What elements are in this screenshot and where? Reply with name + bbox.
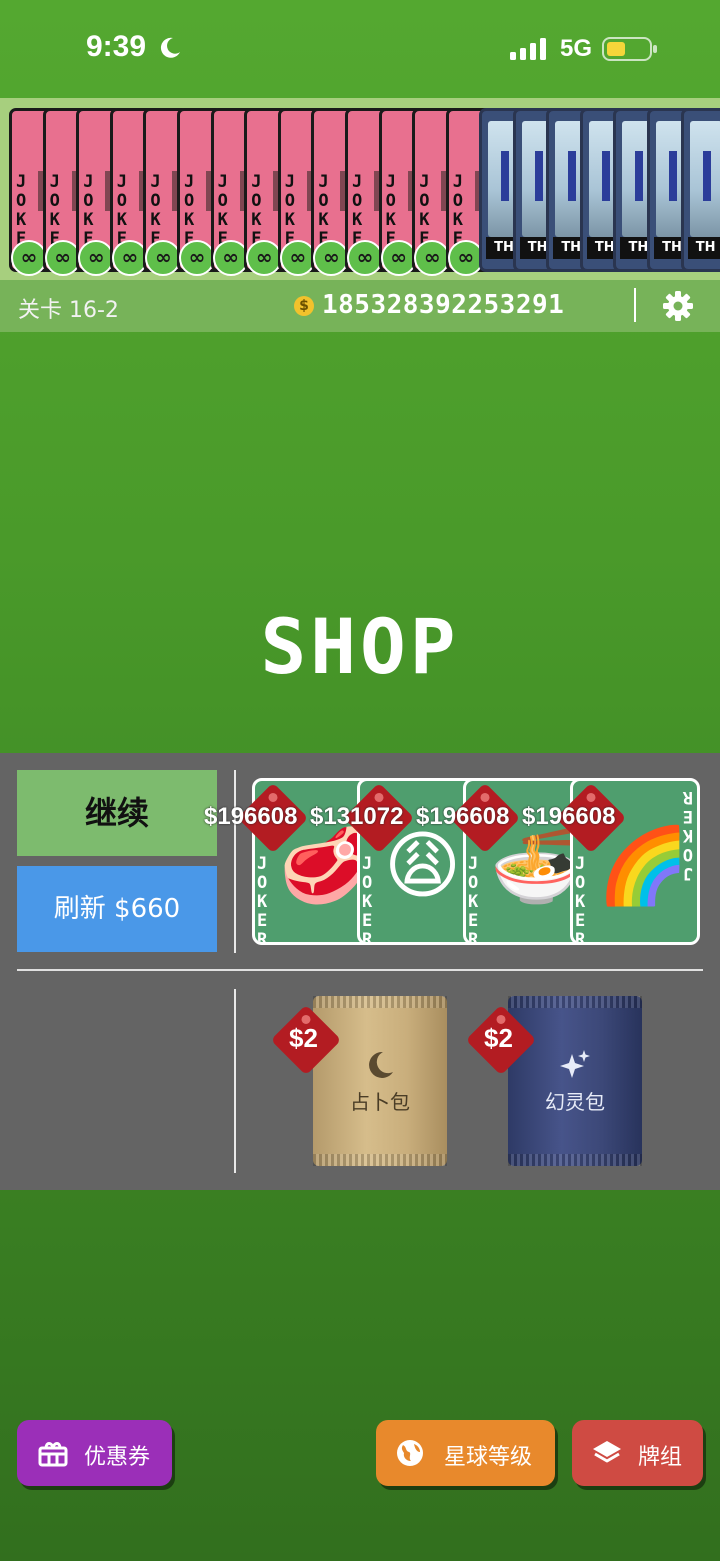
negative-edition-badge: ∞ [347,240,383,276]
planet-level-button[interactable]: 星球等级 [376,1420,555,1486]
card-price: $131072 [310,803,404,830]
level-label: 关卡 16-2 [18,298,119,323]
card-text: JOKER [468,854,479,945]
deck-button[interactable]: 牌组 [572,1420,703,1486]
panel-divider [234,770,236,953]
pack-price: $2 [289,1023,318,1053]
pack-crimp [313,996,447,1008]
card-text: JOKER [257,854,268,945]
pack-crimp [508,996,642,1008]
card-text: JOKER [575,854,586,945]
pack-crimp [508,1154,642,1166]
coin-icon: $ [294,296,314,316]
info-divider [634,288,636,322]
battery-icon [602,37,657,61]
negative-edition-badge: ∞ [279,240,316,276]
negative-edition-badge: ∞ [380,240,417,276]
status-time: 9:39 [86,30,147,63]
joker-strip[interactable]: JOKER∞JOKER∞JOKER∞JOKER∞JOKER∞JOKER∞JOKE… [0,98,720,280]
money-value: 185328392253291 [322,290,565,320]
gear-icon[interactable] [662,290,694,322]
negative-edition-badge: ∞ [11,240,47,276]
pack-name: 占卜包 [350,1090,410,1114]
negative-edition-badge: ∞ [111,240,148,276]
status-bar: 9:39 5G [0,0,720,98]
info-bar: 关卡 16-2 $ 185328392253291 [0,280,720,332]
joker-art [689,121,720,237]
refresh-button[interactable]: 刷新 $660 [17,866,217,952]
card-price: $196608 [416,803,510,830]
negative-edition-badge: ∞ [44,240,81,276]
card-price: $196608 [522,803,616,830]
deck-label: 牌组 [638,1445,683,1470]
coupon-label: 优惠券 [84,1445,151,1470]
panel-divider [17,969,703,971]
coupon-button[interactable]: 优惠券 [17,1420,172,1486]
sparkle-icon [560,1050,590,1078]
card-price: $196608 [204,803,298,830]
spectral-pack[interactable]: 幻灵包 [508,996,642,1166]
planet-joker-card[interactable]: TH [680,108,720,272]
negative-edition-badge: ∞ [414,240,451,276]
panel-divider [234,989,236,1173]
pack-price: $2 [484,1023,513,1053]
negative-edition-badge: ∞ [179,240,215,276]
shop-panel: 继续 刷新 $660 JOKER 🥩 JOKER 😩 JOKER 🍜 JOKER… [0,753,720,1190]
tarot-pack[interactable]: 占卜包 [313,996,447,1166]
layers-icon [593,1441,621,1463]
signal-icon [510,38,546,60]
card-text: JOKER [362,854,373,945]
shop-title: SHOP [260,602,460,691]
continue-button[interactable]: 继续 [17,770,217,856]
planet-level-label: 星球等级 [444,1445,533,1470]
moon-icon [160,37,180,58]
moon-icon [369,1051,393,1078]
pack-name: 幻灵包 [545,1090,605,1114]
negative-edition-badge: ∞ [78,240,115,276]
globe-icon [397,1440,423,1466]
network-label: 5G [560,35,593,62]
joker-art: 🌈 [597,823,690,909]
negative-edition-badge: ∞ [246,240,283,276]
coupon-icon [38,1442,68,1467]
pack-crimp [313,1154,447,1166]
negative-edition-badge: ∞ [212,240,249,276]
card-label: TH [687,237,720,259]
